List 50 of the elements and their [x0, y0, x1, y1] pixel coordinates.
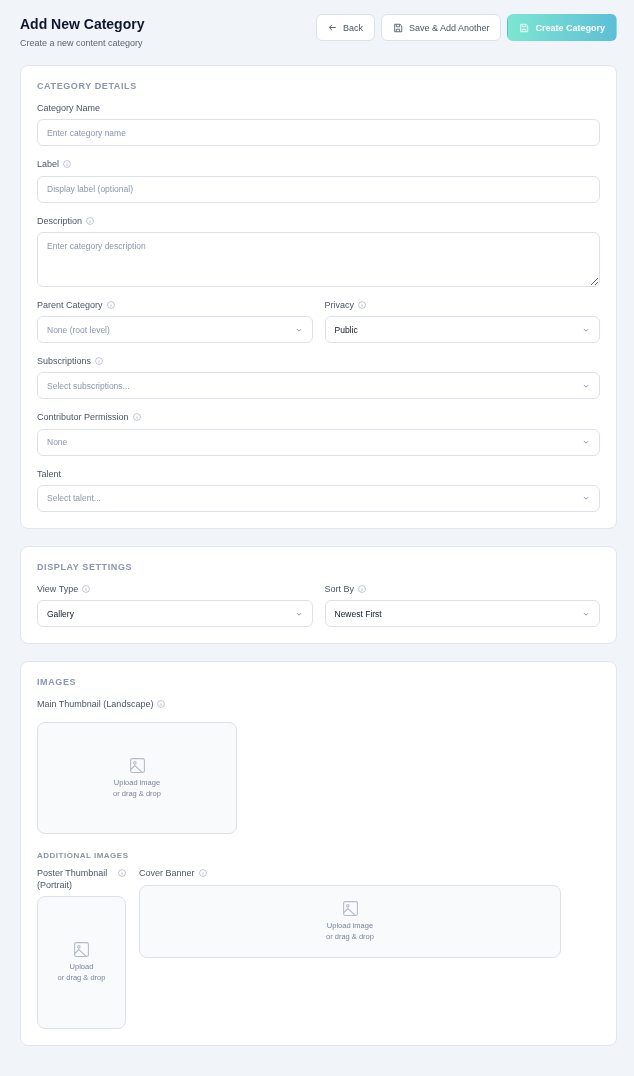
info-icon: [157, 700, 166, 708]
page-subtitle: Create a new content category: [20, 38, 144, 48]
save-another-button[interactable]: Save & Add Another: [380, 14, 502, 41]
info-icon: [358, 584, 366, 593]
subsection-title: ADDITIONAL IMAGES: [37, 851, 130, 861]
field-label: Parent Category: [37, 299, 103, 311]
chevron-down-icon: [582, 494, 590, 503]
select-field[interactable]: Gallery: [37, 600, 313, 627]
select-field[interactable]: Newest First: [324, 600, 600, 627]
image-icon: [341, 899, 359, 917]
text-area[interactable]: Enter category description: [37, 231, 600, 287]
image-icon: [128, 756, 146, 774]
section-title: DISPLAY SETTINGS: [37, 561, 134, 572]
field-label: Sort By: [324, 583, 354, 595]
chevron-down-icon: [582, 438, 590, 446]
text-field[interactable]: Display label (optional): [37, 175, 600, 203]
field-label: Category Name: [37, 103, 101, 115]
field-label: Privacy: [324, 299, 354, 311]
info-icon: [198, 869, 207, 878]
section-title: CATEGORY DETAILS: [37, 81, 138, 91]
field-label: Label: [37, 159, 60, 171]
field-label: Poster Thumbnail (Portrait): [37, 868, 109, 891]
field-label: Description: [37, 215, 83, 227]
select-field[interactable]: Select talent...: [37, 484, 600, 512]
select-field[interactable]: Public: [324, 316, 600, 343]
info-icon: [86, 216, 95, 225]
info-icon: [82, 584, 91, 593]
field-label: Talent: [37, 468, 62, 480]
save-icon: [392, 22, 403, 33]
info-icon: [132, 413, 141, 422]
field-label: Subscriptions: [37, 356, 92, 368]
info-icon: [118, 869, 126, 878]
text-field[interactable]: Enter category name: [37, 119, 600, 147]
select-field[interactable]: Select subscriptions...: [37, 372, 600, 400]
back-button[interactable]: Back: [315, 14, 375, 41]
info-icon: [106, 300, 115, 309]
page-title: Add New Category: [20, 16, 145, 32]
image-icon: [73, 940, 90, 958]
info-icon: [358, 300, 366, 309]
field-label: Cover Banner: [139, 868, 195, 880]
info-icon: [95, 357, 104, 365]
field-label: View Type: [37, 583, 79, 595]
select-field[interactable]: None (root level): [37, 316, 313, 343]
field-label: Contributor Permission: [37, 412, 129, 424]
arrow-left-icon: [327, 23, 337, 32]
info-icon: [63, 160, 72, 169]
select-field[interactable]: None: [37, 428, 600, 456]
section-title: IMAGES: [37, 677, 78, 687]
save-icon: [519, 22, 530, 33]
field-label: Main Thumbnail (Landscape): [37, 699, 154, 711]
